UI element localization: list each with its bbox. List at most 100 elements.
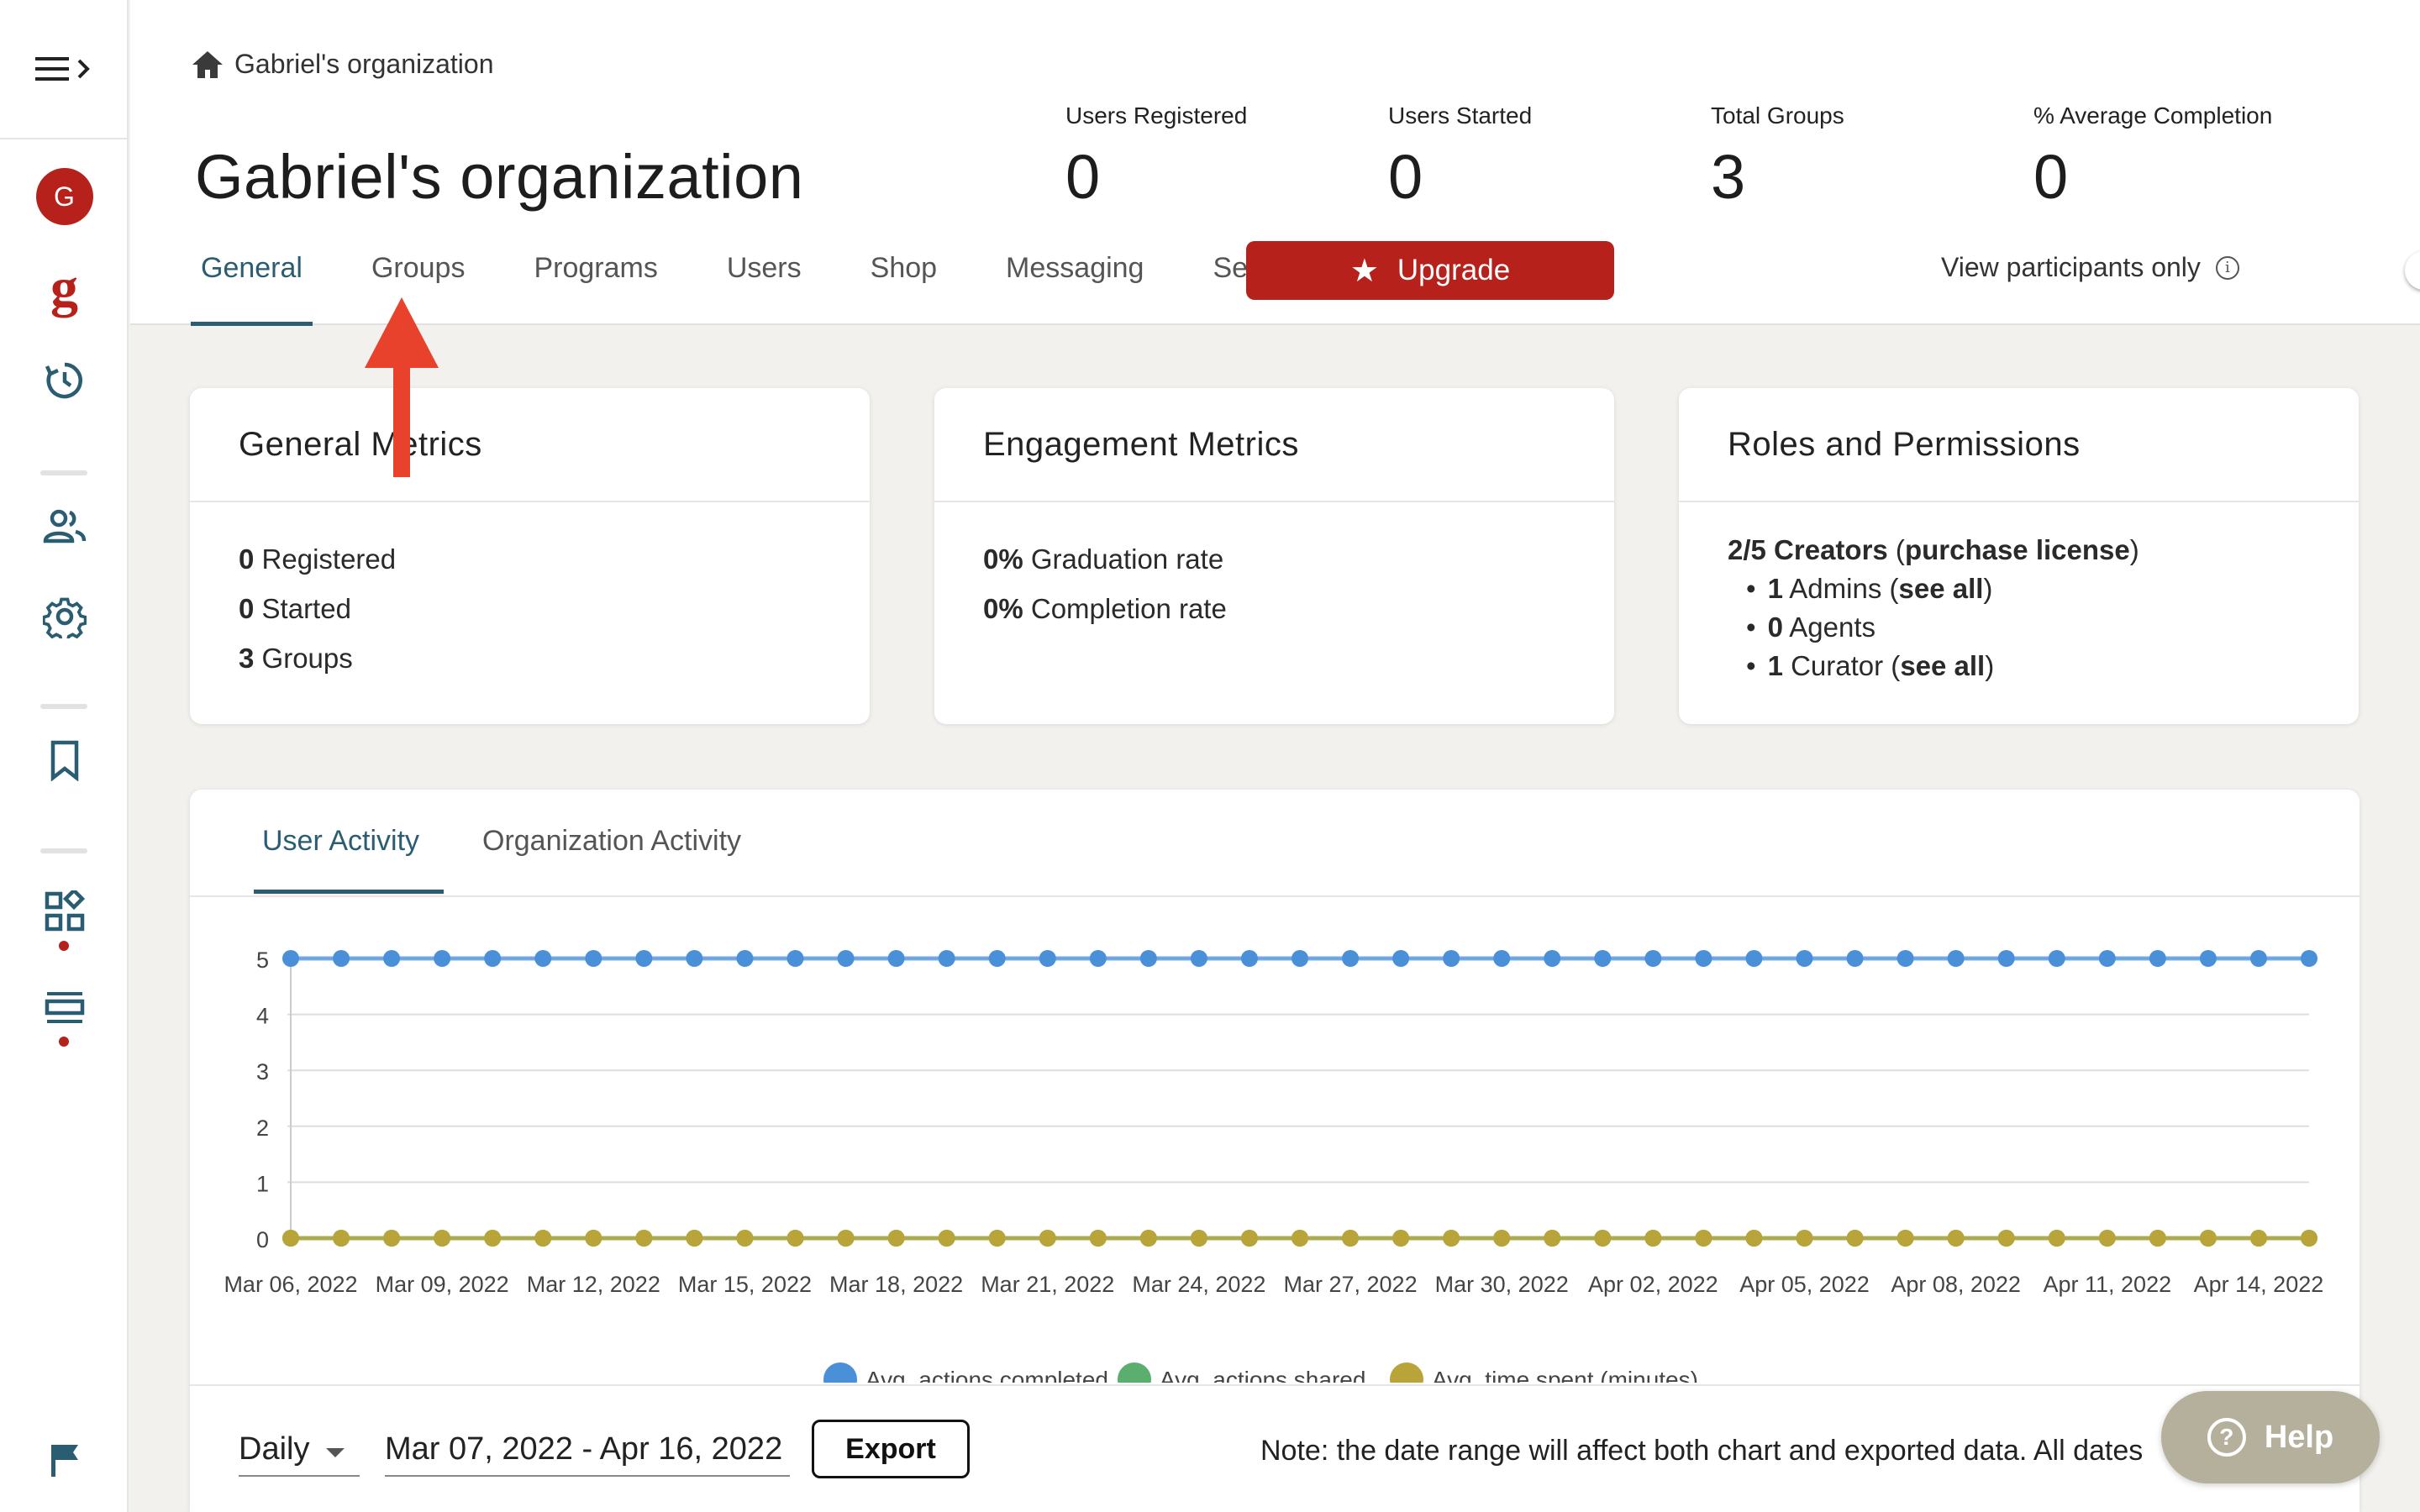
y-tick-label: 4 [256, 1004, 269, 1029]
avatar: G [35, 168, 93, 225]
metric-groups: 3 Groups [239, 633, 870, 683]
sidebar-item-flag[interactable] [0, 1441, 129, 1478]
stat-value: 0 [2033, 142, 2069, 212]
sidebar-menu-toggle[interactable] [0, 0, 127, 139]
data-point [887, 950, 905, 967]
list-item: 0 Agents [1746, 608, 2359, 647]
data-point [1846, 950, 1864, 967]
tab-general[interactable]: General [191, 244, 313, 326]
info-icon[interactable]: i [2215, 255, 2239, 280]
data-point [1039, 1230, 1056, 1247]
x-tick-label: Mar 18, 2022 [829, 1272, 963, 1297]
purchase-license-link[interactable]: purchase license [1905, 534, 2130, 565]
breadcrumb[interactable]: Gabriel's organization [191, 49, 494, 80]
upgrade-button[interactable]: ★ Upgrade [1246, 241, 1614, 300]
tab-user-activity[interactable]: User Activity [262, 825, 419, 858]
data-point [1493, 950, 1511, 967]
tab-shop[interactable]: Shop [860, 244, 947, 326]
data-point [938, 1230, 955, 1247]
period-select[interactable]: Daily [239, 1423, 360, 1477]
metric-text: Registered [261, 543, 397, 575]
view-participants-toggle[interactable] [2405, 251, 2420, 290]
role-name: Curator [1791, 650, 1884, 681]
sidebar-item-users[interactable] [0, 507, 129, 546]
tab-programs[interactable]: Programs [523, 244, 667, 326]
data-point [434, 950, 451, 967]
data-point [2048, 1230, 2065, 1247]
data-point [585, 950, 602, 967]
y-tick-label: 1 [256, 1171, 269, 1196]
metric-number: 0 [239, 543, 255, 575]
sidebar-logo[interactable]: g [0, 260, 129, 316]
tab-messaging[interactable]: Messaging [996, 244, 1154, 326]
data-point [1139, 1230, 1157, 1247]
stat-users-registered: Users Registered 0 [1065, 102, 1247, 213]
card-title: Engagement Metrics [934, 388, 1614, 502]
data-point [1292, 1230, 1308, 1247]
data-point [1594, 1230, 1612, 1247]
legend-swatch [1118, 1362, 1151, 1383]
data-point [1695, 950, 1712, 967]
metric-text: Graduation rate [1030, 543, 1224, 575]
list-icon [45, 992, 84, 1023]
data-point [1796, 950, 1813, 967]
stat-value: 3 [1711, 142, 1746, 212]
breadcrumb-label: Gabriel's organization [234, 49, 494, 79]
data-point [1947, 1230, 1965, 1247]
tab-users[interactable]: Users [717, 244, 812, 326]
data-point [1997, 1230, 2015, 1247]
metric-started: 0 Started [239, 584, 870, 633]
data-point [988, 950, 1006, 967]
data-point [938, 950, 955, 967]
data-point [1947, 950, 1965, 967]
data-point [1190, 950, 1207, 967]
date-range-input[interactable]: Mar 07, 2022 - Apr 16, 2022 [385, 1423, 790, 1477]
data-point [1139, 950, 1157, 967]
x-tick-label: Apr 05, 2022 [1739, 1272, 1870, 1297]
legend-label: Avg. actions completed [865, 1367, 1108, 1383]
x-tick-label: Mar 06, 2022 [224, 1272, 357, 1297]
view-participants-label: View participants only [1941, 252, 2201, 282]
data-point [2199, 950, 2217, 967]
data-point [2048, 950, 2065, 967]
user-activity-chart: 0 1 2 3 4 5 Mar 06, 2022 Mar 09, 2022 Mar 12, 20… [224, 948, 2324, 1383]
metric-text: Started [261, 593, 351, 624]
data-point [1443, 950, 1460, 967]
role-count: 1 [1767, 573, 1783, 604]
help-label: Help [2264, 1419, 2334, 1455]
see-all-curators-link[interactable]: see all [1900, 650, 1985, 681]
data-point [1796, 1230, 1813, 1247]
page-title: Gabriel's organization [195, 142, 804, 212]
x-tick-label: Apr 14, 2022 [2194, 1272, 2324, 1297]
data-point [736, 1230, 754, 1247]
notification-dot [59, 941, 69, 951]
role-name: Agents [1789, 612, 1876, 643]
flag-icon [50, 1445, 78, 1477]
tab-organization-activity[interactable]: Organization Activity [482, 825, 741, 858]
sidebar-item-widgets[interactable] [0, 890, 129, 932]
help-button[interactable]: ? Help [2161, 1391, 2380, 1483]
sidebar-item-list[interactable] [0, 990, 129, 1026]
export-button[interactable]: Export [812, 1420, 970, 1478]
metric-registered: 0 Registered [239, 534, 870, 584]
see-all-admins-link[interactable]: see all [1899, 573, 1984, 604]
legend-swatch [823, 1362, 857, 1383]
data-point [1544, 1230, 1561, 1247]
sidebar-avatar[interactable]: G [0, 168, 129, 225]
data-point [1292, 950, 1308, 967]
activity-controls: Daily Mar 07, 2022 - Apr 16, 2022 Export… [190, 1384, 2360, 1512]
data-point [635, 950, 653, 967]
role-count: 0 [1767, 612, 1783, 643]
notification-dot [59, 1037, 69, 1047]
sidebar-separator [40, 704, 87, 709]
sidebar-item-history[interactable] [0, 360, 129, 402]
sidebar-item-bookmarks[interactable] [0, 739, 129, 781]
data-point [1039, 950, 1056, 967]
data-point [988, 1230, 1006, 1247]
roles-list: 1 Admins (see all) 0 Agents 1 Curator (s… [1728, 570, 2359, 685]
sidebar-item-settings[interactable] [0, 595, 129, 638]
star-icon: ★ [1349, 253, 1379, 289]
y-tick-label: 2 [256, 1116, 269, 1141]
view-participants-toggle-label: View participants only i [1941, 252, 2239, 283]
data-point [2199, 1230, 2217, 1247]
